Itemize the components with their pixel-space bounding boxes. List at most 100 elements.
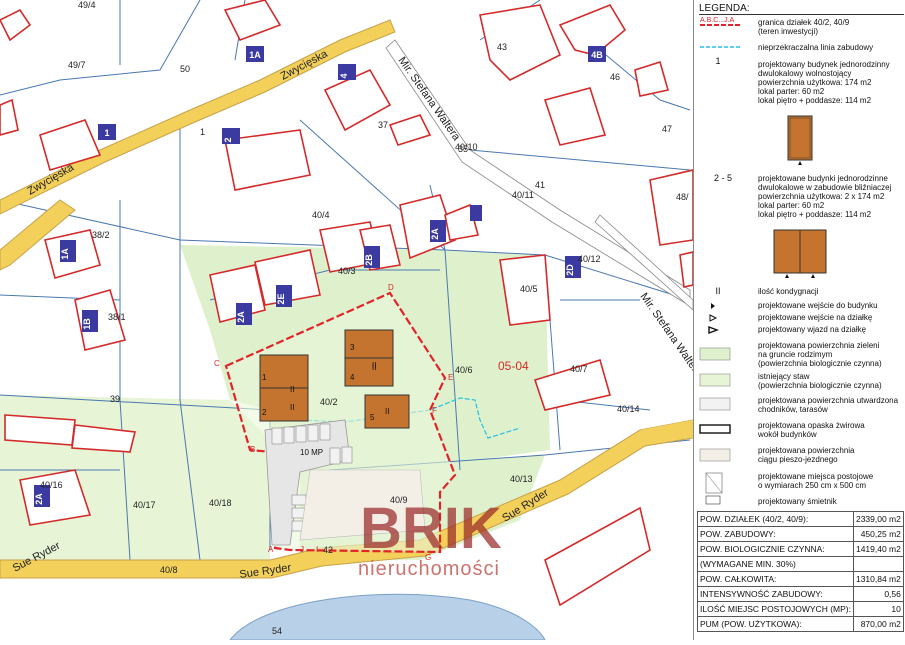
stats-value: 1419,40 m2	[852, 541, 904, 557]
stats-value: 1310,84 m2	[852, 571, 904, 587]
building-number-label: 1A	[249, 50, 261, 60]
parcel-label: 40/12	[578, 254, 601, 264]
parking-label: 10 MP	[300, 448, 323, 457]
new-building-floors: II	[290, 403, 294, 412]
parcel-label: 40/18	[209, 498, 232, 508]
building-number-label: 2E	[276, 293, 286, 304]
parcel-label: 49/7	[68, 60, 86, 70]
corner-label: I	[316, 545, 318, 554]
marker-one: 1	[715, 56, 721, 66]
stats-value	[852, 556, 904, 572]
corner-label: A	[268, 545, 274, 554]
stats-row: ILOŚĆ MIEJSC POSTOJOWYCH (MP): 10	[697, 601, 904, 617]
new-building-floors: II	[372, 363, 376, 372]
building-number-label: 2A	[34, 493, 44, 505]
stats-value: 450,25 m2	[852, 526, 904, 542]
stats-row: POW. ZABUDOWY: 450,25 m2	[697, 526, 904, 542]
parcel-label: 40/17	[133, 500, 156, 510]
parcel-label: 49/4	[78, 0, 96, 10]
building-number-label: 1	[104, 128, 109, 138]
parcel-label: 43	[497, 42, 507, 52]
parcel-label: 1	[200, 127, 205, 137]
legend-item-road: projektowana powierzchnia ciągu pieszo-je…	[758, 446, 855, 464]
legend-item-single-building: projektowany budynek jednorodzinny dwulok…	[758, 60, 890, 105]
new-building-floors: II	[385, 407, 389, 416]
map-canvas: 1A44B122A2B2A2E2D1B1A2A 1II2II3II4II5II …	[0, 0, 705, 641]
parcel-label: 40/11	[512, 190, 534, 200]
new-building-number: 2	[262, 408, 267, 417]
parcel-label: 40/4	[312, 210, 330, 220]
legend-item-floors: ilość kondygnacji	[758, 287, 819, 296]
stats-row: INTENSYWNOŚĆ ZABUDOWY: 0,56	[697, 586, 904, 602]
legend-item-paved: projektowana powierzchnia utwardzona chod…	[758, 396, 899, 414]
legend-item-building-entrance: projektowane wejście do budynku	[758, 301, 878, 310]
building-number-label: 1A	[60, 248, 70, 260]
stats-row: POW. BIOLOGICZNIE CZYNNA: 1419,40 m2	[697, 541, 904, 557]
parcel-label: 41	[535, 180, 545, 190]
zone-label: 05-04	[498, 359, 529, 373]
parcel-label: 54	[272, 626, 282, 636]
parcel-label: 40/6	[455, 365, 473, 375]
legend-item-gravel: projektowana opaska żwirowa wokół budynkó…	[758, 421, 865, 439]
parcel-label: 40/2	[320, 397, 338, 407]
stats-label: POW. ZABUDOWY:	[697, 526, 854, 542]
new-building-number: 1	[262, 373, 267, 382]
stats-label: PUM (POW. UŻYTKOWA):	[697, 616, 854, 632]
stats-label: INTENSYWNOŚĆ ZABUDOWY:	[697, 586, 854, 602]
watermark-subtitle: nieruchomości	[358, 558, 500, 580]
parcel-label: 38/2	[92, 230, 110, 240]
corner-label: B	[250, 445, 255, 454]
parcel-label: 39	[110, 394, 120, 404]
parcel-label: 40/13	[510, 474, 533, 484]
building-number-label: 2	[223, 137, 233, 142]
stats-label: POW. CAŁKOWITA:	[697, 571, 854, 587]
stats-table: POW. DZIAŁEK (40/2, 40/9): 2339,00 m2 POW.…	[697, 511, 904, 632]
corner-label: E	[448, 373, 453, 382]
legend-item-building-line: nieprzekraczalna linia zabudowy	[758, 43, 874, 52]
parcel-label: 42	[323, 545, 333, 555]
legend-item-twin-buildings: projektowane budynki jednorodzinne dwulok…	[758, 174, 892, 219]
parcel-label: 40/10	[455, 142, 478, 152]
parcel-label: 46	[610, 72, 620, 82]
stats-value: 2339,00 m2	[852, 511, 904, 527]
corner-label: C	[214, 359, 220, 368]
legend-item-bin: projektowany śmietnik	[758, 497, 837, 506]
building-number-label: 2D	[565, 264, 575, 276]
stats-row: POW. CAŁKOWITA: 1310,84 m2	[697, 571, 904, 587]
corner-label: F	[432, 406, 437, 415]
building-number-label: 4	[339, 73, 349, 78]
parcel-label: 40/7	[570, 364, 588, 374]
stats-label: POW. BIOLOGICZNIE CZYNNA:	[697, 541, 854, 557]
stats-row: (WYMAGANE MIN. 30%)	[697, 556, 904, 572]
building-number-label: 2A	[236, 311, 246, 323]
parcel-label: 38/1	[108, 312, 126, 322]
corner-label: D	[388, 283, 394, 292]
stats-value: 870,00 m2	[852, 616, 904, 632]
watermark-brand: BRIK	[360, 496, 502, 561]
stats-row: PUM (POW. UŻYTKOWA): 870,00 m2	[697, 616, 904, 632]
stats-row: POW. DZIAŁEK (40/2, 40/9): 2339,00 m2	[697, 511, 904, 527]
new-building-floors: II	[290, 385, 294, 394]
site-plan-map[interactable]: 1A 4 4B 1 2 2A 2B 2A 2E 2D 1B 1A 2A 1 II 2 II 3 II 4 II 5 II …	[0, 0, 705, 641]
legend-item-plot-boundary: granica działek 40/2, 40/9 (teren inwesty…	[758, 18, 850, 36]
building-number-label: 4B	[591, 50, 603, 60]
new-building-number: 5	[370, 413, 375, 422]
stats-label: POW. DZIAŁEK (40/2, 40/9):	[697, 511, 854, 527]
parcel-label: 40/16	[40, 480, 63, 490]
legend-title: LEGENDA:	[699, 3, 904, 15]
marker-floors: II	[715, 286, 721, 296]
parcel-label: 50	[180, 64, 190, 74]
building-number-label: 2A	[430, 228, 440, 240]
parcel-label: 40/14	[617, 404, 640, 414]
stats-value: 0,56	[852, 586, 904, 602]
legend-item-driveway: projektowany wjazd na działkę	[758, 325, 867, 334]
parcel-label: 40/5	[520, 284, 538, 294]
stats-label: (WYMAGANE MIN. 30%)	[697, 556, 854, 572]
new-building-number: 4	[350, 373, 355, 382]
building-number-label: 2B	[364, 254, 374, 266]
legend-panel: LEGENDA: A.B.C...J.A 1 2 - 5 II granica …	[693, 0, 905, 640]
parcel-label: 48/	[676, 192, 689, 202]
new-building-number: 3	[350, 343, 355, 352]
parcel-label: 37	[378, 120, 388, 130]
stats-label: ILOŚĆ MIEJSC POSTOJOWYCH (MP):	[697, 601, 854, 617]
